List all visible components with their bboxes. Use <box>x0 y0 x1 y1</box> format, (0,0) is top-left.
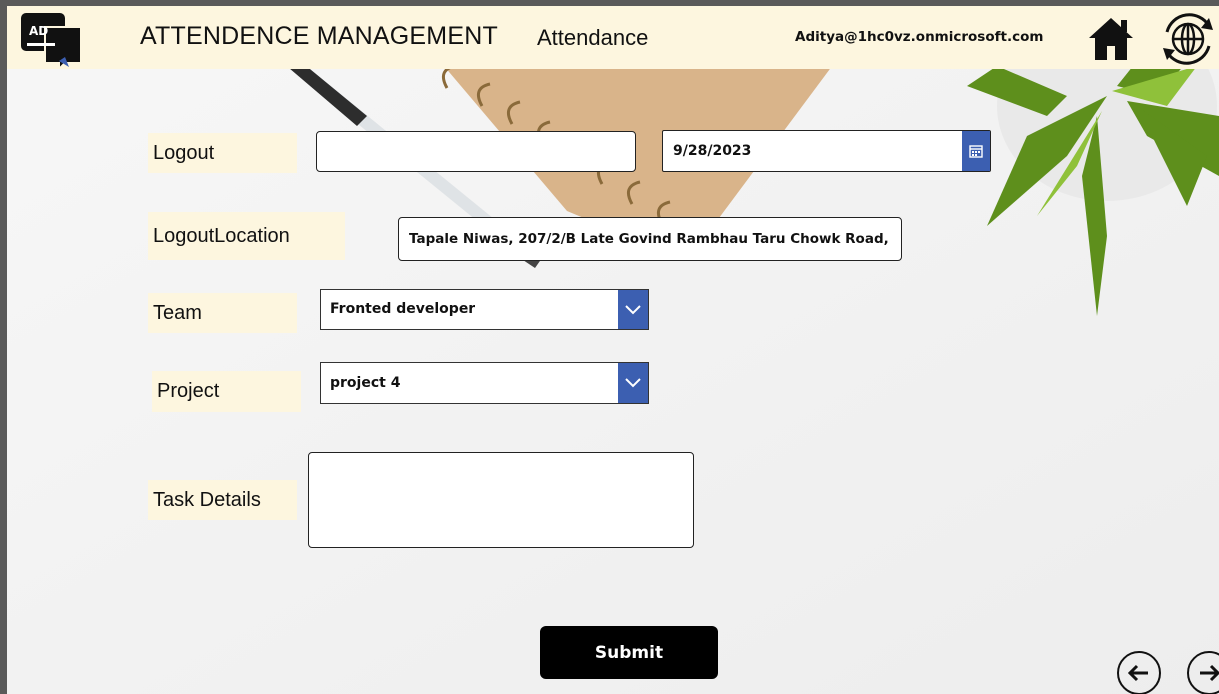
team-dropdown[interactable]: Fronted developer <box>320 289 649 330</box>
arrow-right-icon[interactable] <box>1187 651 1219 694</box>
task-details-textarea[interactable] <box>308 452 694 548</box>
submit-button[interactable]: Submit <box>540 626 718 679</box>
background-image <box>7 6 1219 694</box>
logout-date-value: 9/28/2023 <box>673 143 752 159</box>
project-label-text: Project <box>157 380 220 402</box>
logout-label-text: Logout <box>153 141 215 164</box>
calendar-icon[interactable] <box>962 131 990 171</box>
chevron-down-icon[interactable] <box>618 290 648 329</box>
app-logo-icon: AD <box>21 13 82 69</box>
logout-location-label: LogoutLocation <box>148 212 345 260</box>
logout-date-picker[interactable]: 9/28/2023 <box>662 130 991 172</box>
header-bar: AD ATTENDENCE MANAGEMENT Attendance Adit… <box>7 6 1219 69</box>
task-details-label-text: Task Details <box>153 488 261 511</box>
chevron-down-icon[interactable] <box>618 363 648 403</box>
logout-label: Logout <box>148 133 297 173</box>
team-label-text: Team <box>153 301 202 324</box>
logout-location-label-text: LogoutLocation <box>153 224 290 247</box>
app-title: ATTENDENCE MANAGEMENT <box>140 22 498 50</box>
user-email: Aditya@1hc0vz.onmicrosoft.com <box>795 29 1044 45</box>
home-icon[interactable] <box>1087 16 1135 62</box>
logout-time-input[interactable] <box>316 131 636 172</box>
project-label: Project <box>152 371 301 412</box>
submit-label: Submit <box>594 642 664 663</box>
screen-title: Attendance <box>537 25 649 50</box>
task-details-label: Task Details <box>148 480 297 520</box>
logout-location-input[interactable]: Tapale Niwas, 207/2/B Late Govind Rambha… <box>398 217 902 261</box>
globe-sync-icon[interactable] <box>1157 8 1219 70</box>
project-dropdown[interactable]: project 4 <box>320 362 649 404</box>
logout-location-value: Tapale Niwas, 207/2/B Late Govind Rambha… <box>409 231 889 247</box>
logo-text: AD <box>29 24 48 38</box>
project-selected: project 4 <box>330 375 401 391</box>
arrow-left-icon[interactable] <box>1117 651 1161 694</box>
team-selected: Fronted developer <box>330 301 476 317</box>
app-screen: AD ATTENDENCE MANAGEMENT Attendance Adit… <box>7 6 1219 694</box>
team-label: Team <box>148 293 297 333</box>
